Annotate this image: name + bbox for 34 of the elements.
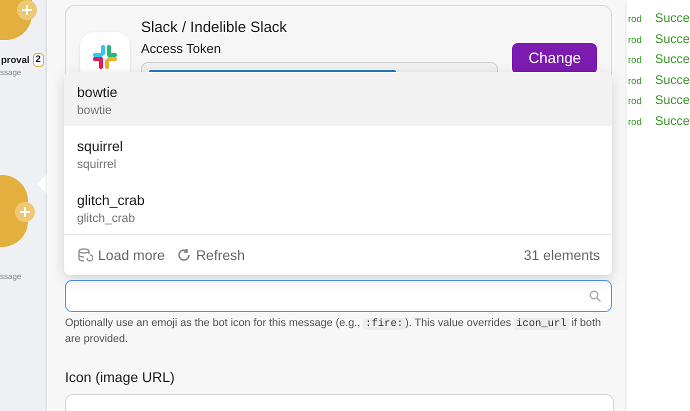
dropdown-option[interactable]: glitch_crab glitch_crab [64, 180, 612, 234]
node-subtitle: ssage [0, 68, 22, 77]
field-label: Icon (image URL) [65, 369, 176, 385]
environment-label: rod [628, 96, 643, 107]
database-icon [77, 247, 93, 263]
add-icon[interactable] [17, 0, 37, 20]
count-badge: 2 [32, 53, 44, 67]
status-text: Succe [655, 72, 690, 86]
environment-label: rod [628, 55, 643, 66]
refresh-icon [176, 248, 191, 262]
environment-label: rod [628, 34, 643, 46]
change-button[interactable]: Change [512, 43, 597, 74]
node-subtitle: ssage [0, 272, 22, 281]
status-text: Succe [655, 11, 690, 25]
add-icon[interactable] [15, 202, 35, 222]
status-text: Succe [655, 32, 690, 46]
status-text: Succe [655, 52, 690, 66]
refresh-button[interactable]: Refresh [176, 247, 245, 263]
environment-label: rod [628, 116, 643, 128]
dropdown-option[interactable]: bowtie bowtie [64, 72, 612, 126]
hash-logo-icon [92, 44, 118, 70]
load-more-button[interactable]: Load more [77, 247, 165, 263]
connection-subtitle: Access Token [141, 41, 222, 56]
status-text: Succe [655, 93, 690, 107]
search-field[interactable] [65, 280, 612, 312]
dropdown-option[interactable]: squirrel squirrel [64, 126, 612, 180]
connection-title: Slack / Indelible Slack [141, 19, 288, 36]
environment-label: rod [628, 14, 643, 25]
node-title: proval [1, 54, 30, 66]
element-count: 31 elements [524, 247, 600, 263]
search-icon [589, 290, 601, 302]
status-text: Succe [655, 114, 690, 128]
help-text: Optionally use an emoji as the bot icon for this message (e.g., :fire: ). This value overrides icon_url if both are provided. [65, 316, 602, 347]
environment-label: rod [628, 76, 643, 86]
